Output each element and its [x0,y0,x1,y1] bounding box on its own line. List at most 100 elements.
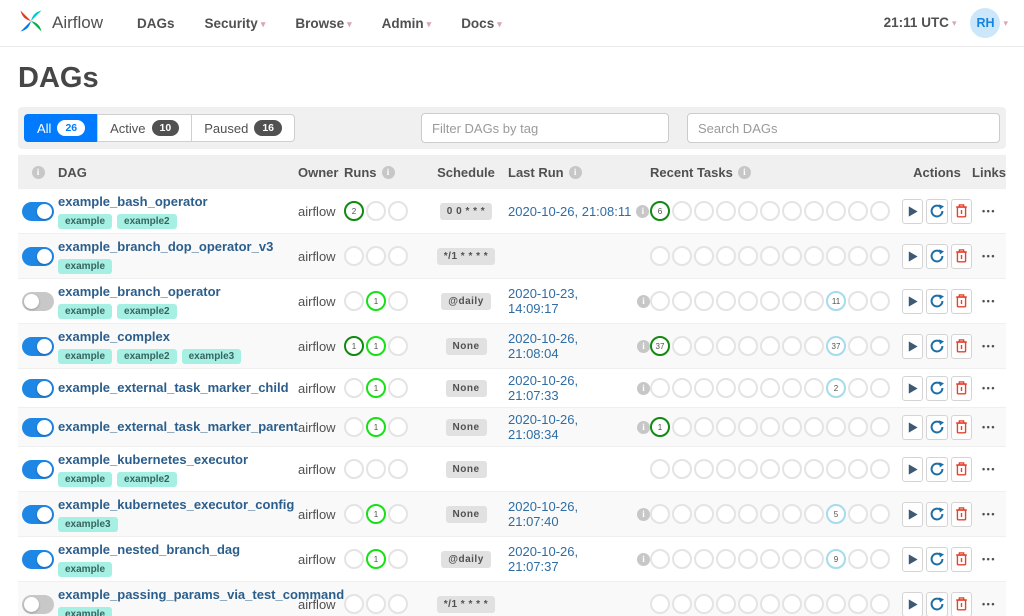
delete-dag-button[interactable] [950,375,972,401]
refresh-dag-button[interactable] [926,456,948,482]
task-state-circle[interactable] [848,594,868,614]
dag-name-link[interactable]: example_branch_operator [58,284,221,299]
task-state-circle[interactable] [694,336,714,356]
task-state-circle[interactable] [760,291,780,311]
last-run-link[interactable]: 2020-10-26, 21:08:34 [508,412,632,442]
dag-pause-toggle[interactable] [22,594,54,614]
task-state-circle[interactable] [782,291,802,311]
run-state-circle[interactable] [344,549,364,569]
run-state-circle[interactable]: 2 [344,201,364,221]
trigger-dag-button[interactable] [902,243,924,269]
tab-all[interactable]: All 26 [24,114,98,142]
task-state-circle[interactable] [694,246,714,266]
task-state-circle[interactable] [804,378,824,398]
task-state-circle[interactable] [650,504,670,524]
refresh-dag-button[interactable] [926,198,948,224]
task-state-circle[interactable] [650,246,670,266]
task-state-circle[interactable] [716,291,736,311]
run-state-circle[interactable] [366,201,386,221]
task-state-circle[interactable] [738,594,758,614]
task-state-circle[interactable] [870,417,890,437]
dag-tag-badge[interactable]: example2 [117,349,177,364]
links-menu[interactable]: ••• [972,464,1006,474]
task-state-circle[interactable] [738,201,758,221]
nav-item-dags[interactable]: DAGs [137,16,175,31]
links-menu[interactable]: ••• [972,422,1006,432]
task-state-circle[interactable] [738,504,758,524]
delete-dag-button[interactable] [950,546,972,572]
task-state-circle[interactable] [848,246,868,266]
last-run-link[interactable]: 2020-10-23, 14:09:17 [508,286,632,316]
task-state-circle[interactable] [848,201,868,221]
task-state-circle[interactable] [716,504,736,524]
task-state-circle[interactable] [716,459,736,479]
dag-pause-toggle[interactable] [22,246,54,266]
last-run-link[interactable]: 2020-10-26, 21:07:37 [508,544,632,574]
links-menu[interactable]: ••• [972,251,1006,261]
task-state-circle[interactable] [782,459,802,479]
task-state-circle[interactable] [694,417,714,437]
nav-item-docs[interactable]: Docs ▾ [461,16,502,31]
task-state-circle[interactable] [650,378,670,398]
delete-dag-button[interactable] [950,198,972,224]
task-state-circle[interactable] [804,504,824,524]
task-state-circle[interactable] [848,378,868,398]
nav-item-browse[interactable]: Browse ▾ [295,16,351,31]
task-state-circle[interactable] [760,459,780,479]
task-state-circle[interactable] [738,378,758,398]
dag-tag-badge[interactable]: example2 [117,472,177,487]
run-state-circle[interactable] [366,594,386,614]
task-state-circle[interactable] [672,291,692,311]
task-state-circle[interactable] [738,549,758,569]
task-state-circle[interactable] [804,459,824,479]
task-state-circle[interactable] [870,246,890,266]
task-state-circle[interactable] [760,549,780,569]
user-menu[interactable]: RH ▾ [970,8,1008,38]
run-state-circle[interactable] [388,549,408,569]
task-state-circle[interactable] [716,417,736,437]
task-state-circle[interactable]: 5 [826,504,846,524]
run-state-circle[interactable] [388,378,408,398]
airflow-brand[interactable]: Airflow [16,6,103,41]
task-state-circle[interactable] [738,246,758,266]
run-state-circle[interactable]: 1 [366,291,386,311]
nav-item-security[interactable]: Security ▾ [205,16,266,31]
delete-dag-button[interactable] [950,243,972,269]
delete-dag-button[interactable] [950,414,972,440]
trigger-dag-button[interactable] [902,333,924,359]
dag-name-link[interactable]: example_nested_branch_dag [58,542,240,557]
trigger-dag-button[interactable] [902,375,924,401]
task-state-circle[interactable] [848,336,868,356]
links-menu[interactable]: ••• [972,206,1006,216]
dag-pause-toggle[interactable] [22,459,54,479]
tag-filter-input[interactable] [421,113,670,143]
task-state-circle[interactable]: 1 [650,417,670,437]
task-state-circle[interactable] [782,201,802,221]
delete-dag-button[interactable] [950,456,972,482]
refresh-dag-button[interactable] [926,501,948,527]
run-state-circle[interactable]: 1 [366,378,386,398]
links-menu[interactable]: ••• [972,341,1006,351]
task-state-circle[interactable]: 11 [826,291,846,311]
run-state-circle[interactable] [344,246,364,266]
delete-dag-button[interactable] [950,501,972,527]
dag-pause-toggle[interactable] [22,378,54,398]
delete-dag-button[interactable] [950,288,972,314]
last-run-link[interactable]: 2020-10-26, 21:08:11 [508,204,631,219]
task-state-circle[interactable] [848,504,868,524]
refresh-dag-button[interactable] [926,288,948,314]
tab-active[interactable]: Active 10 [97,114,192,142]
task-state-circle[interactable] [738,291,758,311]
task-state-circle[interactable] [760,378,780,398]
dag-tag-badge[interactable]: example [58,304,113,319]
task-state-circle[interactable] [694,201,714,221]
links-menu[interactable]: ••• [972,554,1006,564]
dag-tag-badge[interactable]: example2 [117,304,177,319]
task-state-circle[interactable] [804,291,824,311]
links-menu[interactable]: ••• [972,509,1006,519]
trigger-dag-button[interactable] [902,414,924,440]
run-state-circle[interactable] [388,594,408,614]
task-state-circle[interactable] [782,549,802,569]
task-state-circle[interactable] [694,594,714,614]
task-state-circle[interactable] [694,549,714,569]
